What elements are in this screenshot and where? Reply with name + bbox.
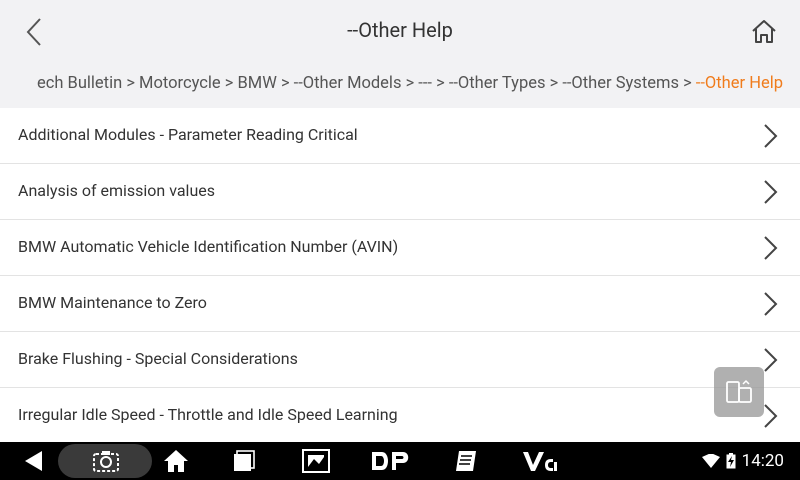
breadcrumb-separator: >: [224, 74, 238, 93]
list-item-label: Additional Modules - Parameter Reading C…: [18, 125, 358, 144]
notes-button[interactable]: [446, 442, 486, 480]
list-item[interactable]: BMW Automatic Vehicle Identification Num…: [0, 220, 800, 276]
page-title: --Other Help: [347, 18, 453, 42]
vci-logo-icon: [523, 452, 557, 471]
nav-back-button[interactable]: [14, 442, 54, 480]
breadcrumb-item[interactable]: --Other Systems: [562, 74, 679, 93]
app-header: --Other Help: [0, 0, 800, 64]
list-item-label: Irregular Idle Speed - Throttle and Idle…: [18, 405, 398, 424]
chevron-right-icon: [764, 124, 778, 148]
breadcrumb-current: --Other Help: [695, 74, 783, 93]
list-item[interactable]: BMW Maintenance to Zero: [0, 276, 800, 332]
breadcrumb-item[interactable]: --Other Types: [449, 74, 546, 93]
triangle-back-icon: [25, 451, 42, 471]
image-box-icon: [302, 449, 330, 473]
breadcrumb-item[interactable]: ---: [418, 74, 432, 93]
breadcrumb-separator: >: [126, 74, 140, 93]
nav-recents-button[interactable]: [224, 442, 264, 480]
list-item-label: BMW Automatic Vehicle Identification Num…: [18, 237, 399, 256]
chevron-right-icon: [764, 180, 778, 204]
breadcrumb-separator: >: [280, 74, 294, 93]
recents-icon: [234, 450, 255, 471]
help-topic-list: Additional Modules - Parameter Reading C…: [0, 108, 800, 442]
list-item[interactable]: Analysis of emission values: [0, 164, 800, 220]
list-item[interactable]: Additional Modules - Parameter Reading C…: [0, 108, 800, 164]
notebook-icon: [456, 451, 476, 471]
list-item-label: BMW Maintenance to Zero: [18, 293, 207, 312]
breadcrumb-item[interactable]: --Other Models: [294, 74, 402, 93]
breadcrumb-separator: >: [683, 74, 696, 93]
breadcrumb-item[interactable]: ech Bulletin: [37, 74, 122, 93]
breadcrumb-item[interactable]: Motorcycle: [139, 74, 221, 93]
list-item[interactable]: Brake Flushing - Special Considerations: [0, 332, 800, 388]
home-icon: [164, 450, 188, 472]
vci-button[interactable]: [518, 442, 562, 480]
status-area: 14:20: [701, 442, 784, 480]
system-navigation-bar: 14:20: [0, 442, 800, 480]
chevron-right-icon: [764, 404, 778, 428]
chevron-right-icon: [764, 236, 778, 260]
breadcrumb-separator: >: [405, 74, 419, 93]
floating-window-button[interactable]: [714, 367, 764, 417]
list-item[interactable]: Irregular Idle Speed - Throttle and Idle…: [0, 388, 800, 442]
breadcrumb-trail: ech Bulletin > Motorcycle > BMW > --Othe…: [37, 74, 783, 93]
breadcrumb: ech Bulletin > Motorcycle > BMW > --Othe…: [0, 64, 800, 106]
chevron-right-icon: [764, 292, 778, 316]
wifi-icon: [701, 454, 720, 468]
breadcrumb-separator: >: [436, 74, 449, 93]
list-item-label: Brake Flushing - Special Considerations: [18, 349, 298, 368]
home-icon: [752, 20, 776, 43]
home-button[interactable]: [744, 12, 784, 52]
dp-logo-icon: [372, 452, 409, 470]
clock: 14:20: [741, 451, 784, 471]
breadcrumb-separator: >: [549, 74, 563, 93]
breadcrumb-item[interactable]: BMW: [238, 74, 277, 93]
battery-charging-icon: [726, 453, 736, 469]
camera-icon: [93, 451, 119, 472]
dp-button[interactable]: [366, 442, 416, 480]
list-item-label: Analysis of emission values: [18, 181, 215, 200]
chevron-right-icon: [764, 348, 778, 372]
vci-image-button[interactable]: [296, 442, 336, 480]
screenshot-button[interactable]: [86, 442, 126, 480]
nav-home-button[interactable]: [156, 442, 196, 480]
window-switch-icon: [726, 379, 752, 403]
